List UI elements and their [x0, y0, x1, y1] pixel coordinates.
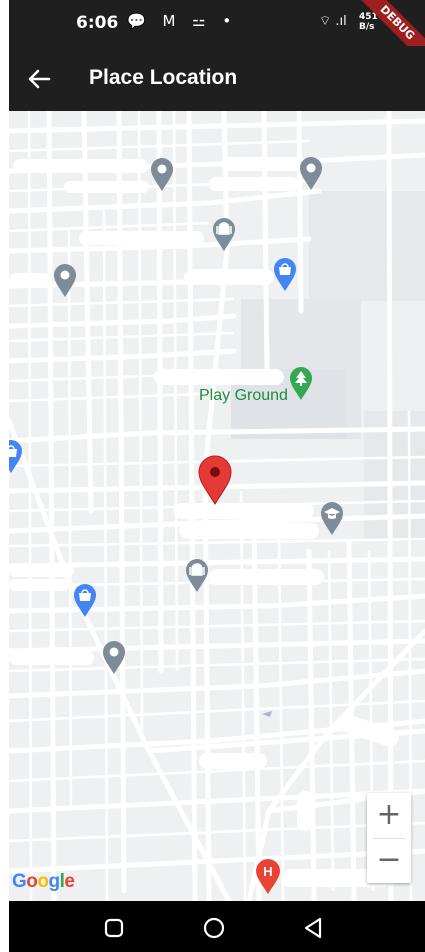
network-speed-unit: B/s	[359, 22, 375, 32]
poi-label-play-ground[interactable]: Play Ground	[199, 387, 288, 405]
google-logo: Google	[12, 871, 75, 893]
status-time: 6:06	[76, 13, 119, 33]
phone-screen: 6:06 💬 M ⚍ • ⌔ .ıl 451 B/s DEBUG Place L…	[9, 0, 425, 952]
google-logo-o1: o	[26, 871, 38, 892]
school-pin-icon[interactable]	[320, 502, 344, 536]
back-triangle-icon[interactable]	[303, 917, 323, 939]
hospital-letter: H	[263, 864, 272, 879]
map-view[interactable]: Play Ground H Google + −	[9, 111, 425, 901]
zoom-in-button[interactable]: +	[367, 793, 411, 838]
signal-icons: ⌔ .ıl	[319, 14, 347, 29]
home-circle-icon[interactable]	[203, 917, 225, 939]
recents-square-icon[interactable]	[104, 918, 124, 938]
app-bar: Place Location	[9, 46, 425, 111]
shopping-bag-pin-icon[interactable]	[9, 440, 23, 474]
selected-location-marker-icon[interactable]	[197, 455, 233, 505]
notification-icons: 💬 M ⚍ •	[127, 12, 238, 30]
shopping-bag-pin-icon[interactable]	[73, 584, 97, 618]
google-logo-g: G	[12, 871, 27, 892]
tree-icon[interactable]	[289, 367, 313, 401]
hospital-pin-icon[interactable]: H	[255, 859, 281, 895]
google-logo-g2: g	[48, 871, 61, 892]
network-speed: 451 B/s	[359, 12, 378, 32]
zoom-controls: + −	[367, 793, 411, 883]
location-pin-icon[interactable]	[102, 641, 126, 675]
mosque-pin-icon[interactable]	[212, 218, 236, 252]
system-navigation-bar	[9, 901, 425, 952]
zoom-out-button[interactable]: −	[367, 838, 411, 883]
google-logo-o2: o	[37, 871, 49, 892]
location-pin-icon[interactable]	[150, 158, 174, 192]
shopping-bag-pin-icon[interactable]	[273, 258, 297, 292]
mosque-pin-icon[interactable]	[185, 559, 209, 593]
page-title: Place Location	[89, 66, 238, 89]
back-button[interactable]	[23, 63, 55, 95]
status-bar: 6:06 💬 M ⚍ • ⌔ .ıl 451 B/s DEBUG	[9, 0, 425, 72]
arrow-left-icon	[28, 69, 51, 89]
location-pin-icon[interactable]	[299, 157, 323, 191]
location-pin-icon[interactable]	[53, 264, 77, 298]
google-logo-e: e	[64, 871, 75, 892]
